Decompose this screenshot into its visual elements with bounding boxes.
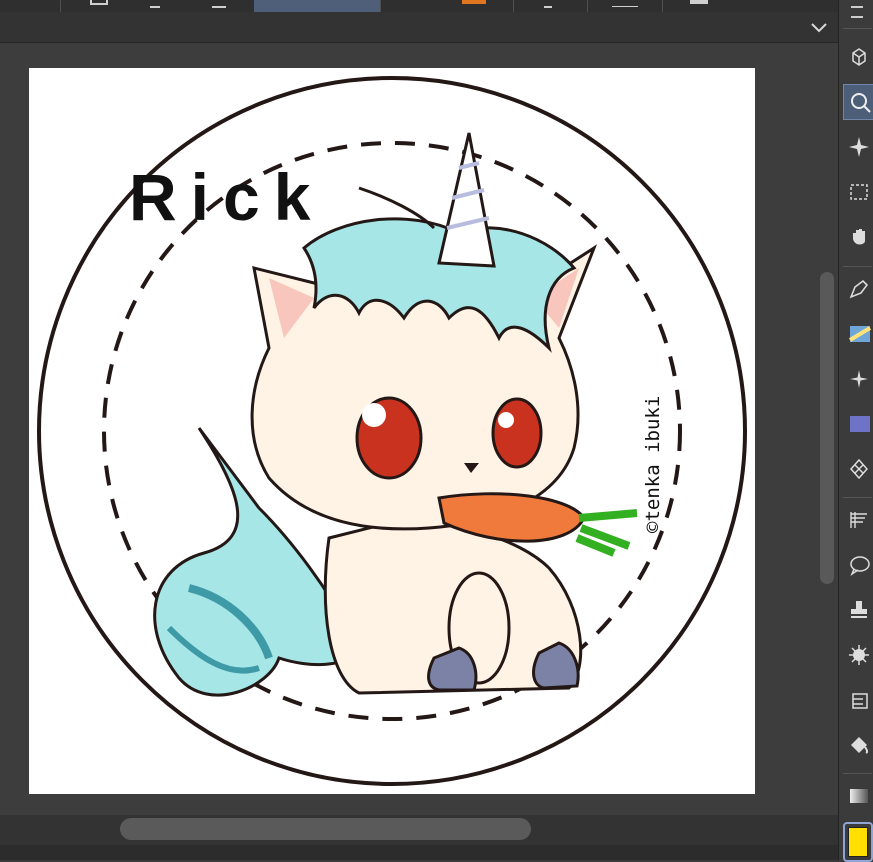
auto-select-icon[interactable]: [843, 130, 873, 164]
snap-icon[interactable]: [544, 0, 552, 8]
pen-icon[interactable]: [843, 272, 873, 306]
decoration-icon[interactable]: [843, 452, 873, 486]
tool-panel: [838, 0, 873, 862]
toolbar-separator: [513, 0, 514, 12]
current-color-fill: [848, 827, 868, 857]
canvas-tab-bar: [0, 12, 838, 43]
hatching-icon[interactable]: [843, 503, 873, 537]
document-icon[interactable]: [90, 0, 108, 5]
top-toolbar: [0, 0, 838, 12]
name-text: Rick: [129, 160, 324, 234]
zoom-icon[interactable]: [843, 84, 873, 120]
credit-text: ©tenka ibuki: [642, 396, 664, 533]
panel-menu-icon[interactable]: [851, 6, 863, 18]
chevron-down-icon[interactable]: [810, 18, 828, 37]
toolbar-separator: [60, 0, 61, 12]
tool-separator: [843, 266, 872, 267]
brush-icon[interactable]: [843, 317, 873, 351]
canvas-paper[interactable]: Rick ©tenka ibuki: [29, 68, 755, 794]
tool-separator: [843, 773, 872, 774]
tool-separator: [843, 28, 872, 29]
toolbar-separator: [380, 0, 381, 12]
airbrush-icon[interactable]: [843, 407, 873, 441]
toolbar-separator: [662, 0, 663, 12]
toolbar-separator: [587, 0, 588, 12]
hand-icon[interactable]: [843, 220, 873, 254]
grid-icon[interactable]: [690, 0, 708, 4]
horn: [437, 132, 496, 268]
selection-icon[interactable]: [843, 175, 873, 209]
ruler-icon[interactable]: [843, 683, 873, 717]
fill-icon[interactable]: [843, 728, 873, 762]
tool-separator: [843, 497, 872, 498]
toolbar-active-button[interactable]: [254, 0, 380, 12]
artwork: Rick ©tenka ibuki: [37, 76, 747, 786]
balloon-icon[interactable]: [843, 548, 873, 582]
stamp-icon[interactable]: [843, 593, 873, 627]
status-bar: [0, 845, 838, 860]
gradient-icon[interactable]: [843, 779, 873, 813]
layer-color-icon[interactable]: [462, 0, 486, 4]
horizontal-scrollbar[interactable]: [120, 818, 531, 840]
current-color-swatch[interactable]: [843, 822, 873, 862]
vertical-scrollbar[interactable]: [820, 272, 834, 584]
3d-cube-icon[interactable]: [843, 40, 873, 74]
undo-icon[interactable]: [150, 0, 160, 8]
transform-icon[interactable]: [212, 0, 226, 8]
sparkle-icon[interactable]: [843, 362, 873, 396]
burst-icon[interactable]: [843, 638, 873, 672]
ruler-toggle-icon[interactable]: [612, 0, 638, 7]
